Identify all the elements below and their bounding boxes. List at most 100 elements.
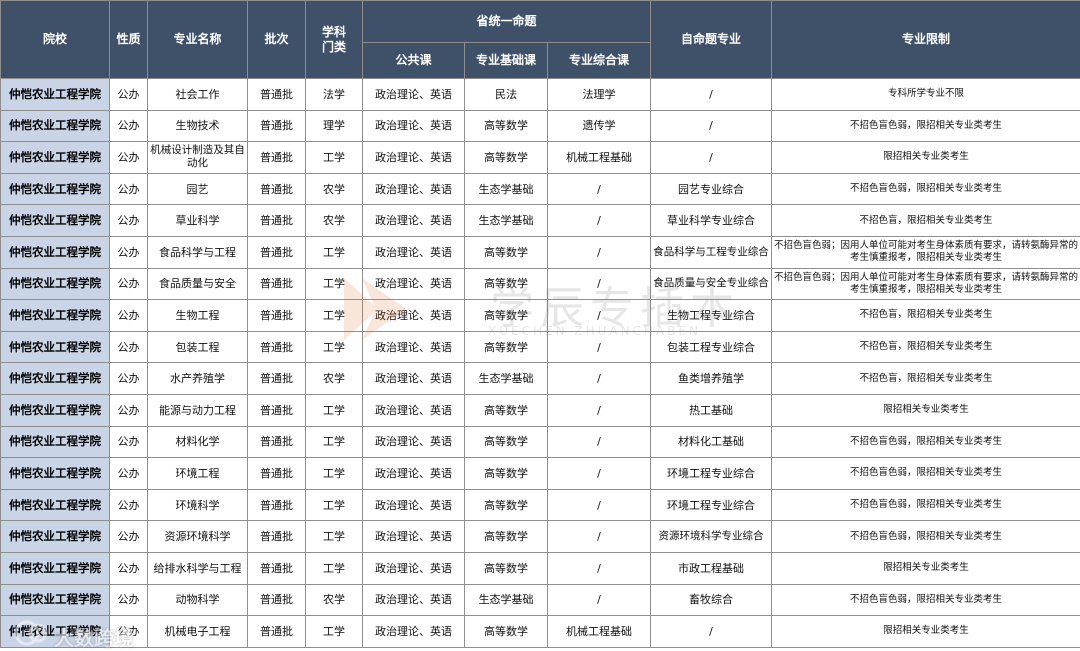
major-cell: 环境工程: [148, 458, 248, 490]
comprehensive-course-cell: /: [548, 489, 651, 521]
category-cell: 工学: [306, 268, 363, 300]
header-category: 学科门类: [306, 1, 363, 79]
header-restriction: 专业限制: [772, 1, 1080, 79]
major-cell: 食品科学与工程: [148, 236, 248, 268]
school-cell: 仲恺农业工程学院: [1, 489, 110, 521]
table-row: 仲恺农业工程学院公办包装工程普通批工学政治理论、英语高等数学/包装工程专业综合不…: [1, 331, 1080, 363]
public-course-cell: 政治理论、英语: [363, 552, 465, 584]
public-course-cell: 政治理论、英语: [363, 142, 465, 174]
self-proposed-cell: /: [651, 616, 772, 648]
major-cell: 包装工程: [148, 331, 248, 363]
batch-cell: 普通批: [248, 300, 306, 332]
table-body: 仲恺农业工程学院公办社会工作普通批法学政治理论、英语民法法理学/专科所学专业不限…: [1, 79, 1080, 648]
table-row: 仲恺农业工程学院公办材料化学普通批工学政治理论、英语高等数学/材料化工基础不招色…: [1, 426, 1080, 458]
basic-course-cell: 高等数学: [465, 268, 548, 300]
nature-cell: 公办: [110, 268, 148, 300]
self-proposed-cell: 热工基础: [651, 394, 772, 426]
batch-cell: 普通批: [248, 205, 306, 237]
self-proposed-cell: 食品科学与工程专业综合: [651, 236, 772, 268]
table-row: 仲恺农业工程学院公办动物科学普通批农学政治理论、英语生态学基础/畜牧综合不招色盲…: [1, 584, 1080, 616]
basic-course-cell: 高等数学: [465, 394, 548, 426]
table-row: 仲恺农业工程学院公办环境工程普通批工学政治理论、英语高等数学/环境工程专业综合不…: [1, 458, 1080, 490]
basic-course-cell: 高等数学: [465, 426, 548, 458]
comprehensive-course-cell: /: [548, 268, 651, 300]
major-cell: 食品质量与安全: [148, 268, 248, 300]
table-header: 院校 性质 专业名称 批次 学科门类 省统一命题 自命题专业 专业限制 公共课 …: [1, 1, 1080, 79]
major-cell: 材料化学: [148, 426, 248, 458]
batch-cell: 普通批: [248, 268, 306, 300]
restriction-cell: 不招色盲色弱，限招相关专业类考生: [772, 521, 1080, 553]
restriction-cell: 不招色盲色弱，限招相关专业类考生: [772, 426, 1080, 458]
nature-cell: 公办: [110, 363, 148, 395]
public-course-cell: 政治理论、英语: [363, 616, 465, 648]
restriction-cell: 不招色盲色弱；因用人单位可能对考生身体素质有要求，请转氨酶异常的考生慎重报考，限…: [772, 268, 1080, 300]
table-row: 仲恺农业工程学院公办资源环境科学普通批工学政治理论、英语高等数学/资源环境科学专…: [1, 521, 1080, 553]
comprehensive-course-cell: 遗传学: [548, 110, 651, 142]
self-proposed-cell: /: [651, 110, 772, 142]
self-proposed-cell: 环境工程专业综合: [651, 458, 772, 490]
public-course-cell: 政治理论、英语: [363, 426, 465, 458]
major-cell: 机械设计制造及其自动化: [148, 142, 248, 174]
batch-cell: 普通批: [248, 616, 306, 648]
comprehensive-course-cell: /: [548, 394, 651, 426]
restriction-cell: 不招色盲色弱，限招相关专业类考生: [772, 584, 1080, 616]
header-nature: 性质: [110, 1, 148, 79]
header-basic-course: 专业基础课: [465, 43, 548, 79]
restriction-cell: 不招色盲色弱，限招相关专业类考生: [772, 110, 1080, 142]
header-school: 院校: [1, 1, 110, 79]
comprehensive-course-cell: 机械工程基础: [548, 616, 651, 648]
self-proposed-cell: 畜牧综合: [651, 584, 772, 616]
category-cell: 工学: [306, 458, 363, 490]
restriction-cell: 不招色盲，限招相关专业类考生: [772, 300, 1080, 332]
table-row: 仲恺农业工程学院公办园艺普通批农学政治理论、英语生态学基础/园艺专业综合不招色盲…: [1, 173, 1080, 205]
self-proposed-cell: /: [651, 79, 772, 111]
major-cell: 生物工程: [148, 300, 248, 332]
batch-cell: 普通批: [248, 489, 306, 521]
batch-cell: 普通批: [248, 521, 306, 553]
nature-cell: 公办: [110, 394, 148, 426]
comprehensive-course-cell: /: [548, 236, 651, 268]
nature-cell: 公办: [110, 236, 148, 268]
major-cell: 生物技术: [148, 110, 248, 142]
major-cell: 机械电子工程: [148, 616, 248, 648]
header-batch: 批次: [248, 1, 306, 79]
category-cell: 理学: [306, 110, 363, 142]
header-unified: 省统一命题: [363, 1, 651, 43]
table-row: 仲恺农业工程学院公办生物技术普通批理学政治理论、英语高等数学遗传学/不招色盲色弱…: [1, 110, 1080, 142]
restriction-cell: 不招色盲，限招相关专业类考生: [772, 363, 1080, 395]
comprehensive-course-cell: /: [548, 173, 651, 205]
header-public-course: 公共课: [363, 43, 465, 79]
batch-cell: 普通批: [248, 331, 306, 363]
nature-cell: 公办: [110, 521, 148, 553]
school-cell: 仲恺农业工程学院: [1, 268, 110, 300]
table-row: 仲恺农业工程学院公办水产养殖学普通批农学政治理论、英语生态学基础/鱼类增养殖学不…: [1, 363, 1080, 395]
comprehensive-course-cell: /: [548, 426, 651, 458]
restriction-cell: 限招相关专业类考生: [772, 616, 1080, 648]
header-comprehensive-course: 专业综合课: [548, 43, 651, 79]
public-course-cell: 政治理论、英语: [363, 521, 465, 553]
nature-cell: 公办: [110, 79, 148, 111]
nature-cell: 公办: [110, 205, 148, 237]
public-course-cell: 政治理论、英语: [363, 236, 465, 268]
batch-cell: 普通批: [248, 426, 306, 458]
restriction-cell: 不招色盲，限招相关专业类考生: [772, 331, 1080, 363]
school-cell: 仲恺农业工程学院: [1, 458, 110, 490]
public-course-cell: 政治理论、英语: [363, 79, 465, 111]
comprehensive-course-cell: 法理学: [548, 79, 651, 111]
batch-cell: 普通批: [248, 394, 306, 426]
restriction-cell: 限招相关专业类考生: [772, 394, 1080, 426]
header-self-proposed: 自命题专业: [651, 1, 772, 79]
major-cell: 环境科学: [148, 489, 248, 521]
category-cell: 农学: [306, 363, 363, 395]
batch-cell: 普通批: [248, 142, 306, 174]
nature-cell: 公办: [110, 552, 148, 584]
major-cell: 草业科学: [148, 205, 248, 237]
nature-cell: 公办: [110, 331, 148, 363]
basic-course-cell: 高等数学: [465, 489, 548, 521]
major-cell: 水产养殖学: [148, 363, 248, 395]
basic-course-cell: 高等数学: [465, 236, 548, 268]
restriction-cell: 不招色盲色弱，限招相关专业类考生: [772, 489, 1080, 521]
comprehensive-course-cell: /: [548, 458, 651, 490]
table-row: 仲恺农业工程学院公办草业科学普通批农学政治理论、英语生态学基础/草业科学专业综合…: [1, 205, 1080, 237]
basic-course-cell: 生态学基础: [465, 363, 548, 395]
